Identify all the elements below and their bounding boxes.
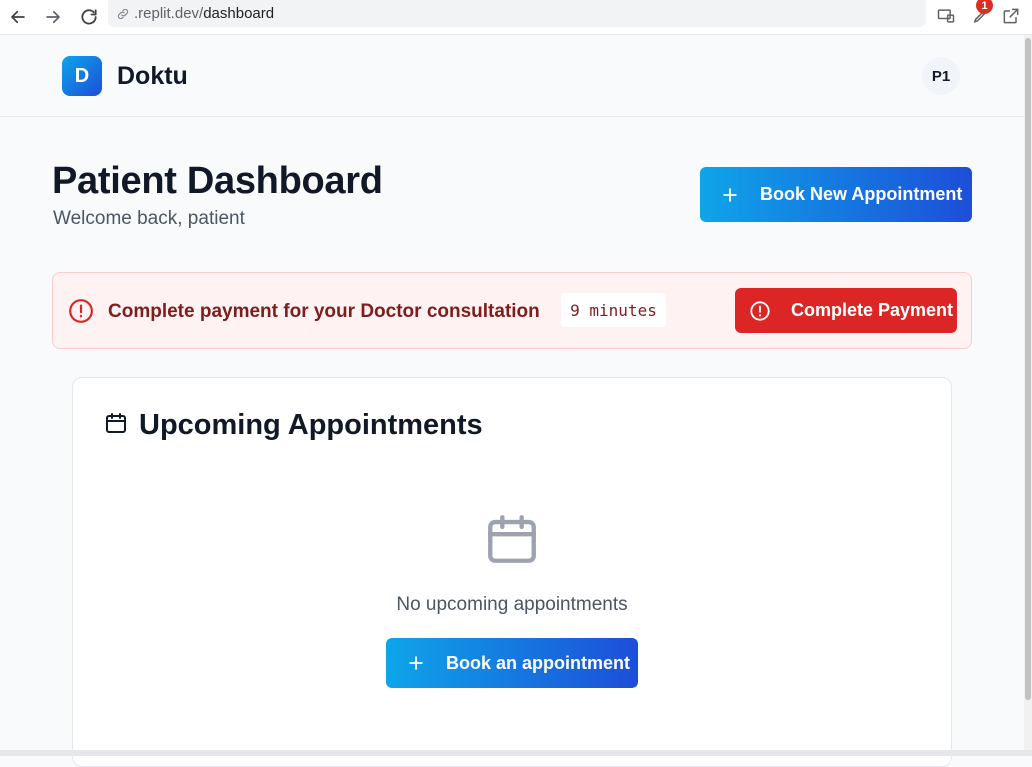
payment-alert-message: Complete payment for your Doctor consult…	[108, 301, 540, 322]
welcome-subtitle: Welcome back, patient	[53, 208, 245, 229]
open-external-icon[interactable]	[998, 3, 1024, 29]
url-path: dashboard	[203, 5, 275, 22]
bottom-edge	[0, 750, 1032, 756]
page-title: Patient Dashboard	[52, 160, 383, 202]
upcoming-appointments-card: Upcoming Appointments No upcoming appoin…	[72, 377, 952, 767]
address-bar[interactable]: .replit.dev/dashboard	[108, 0, 926, 27]
brand-name[interactable]: Doktu	[117, 62, 188, 91]
back-arrow-icon[interactable]	[5, 4, 31, 30]
book-new-appointment-label: Book New Appointment	[760, 184, 963, 204]
upcoming-appointments-title: Upcoming Appointments	[139, 409, 483, 441]
complete-payment-label: Complete Payment	[791, 300, 954, 320]
url-domain: .replit.dev/	[134, 5, 204, 22]
plus-icon	[406, 653, 426, 673]
avatar[interactable]: P1	[922, 57, 960, 95]
app-header: D Doktu P1	[0, 35, 1024, 117]
forward-arrow-icon[interactable]	[40, 4, 66, 30]
alert-circle-icon	[68, 298, 94, 324]
scrollbar-thumb[interactable]	[1025, 38, 1031, 700]
empty-state-text: No upcoming appointments	[396, 594, 628, 615]
payment-alert: Complete payment for your Doctor consult…	[52, 272, 972, 349]
book-appointment-button[interactable]: Book an appointment	[386, 638, 638, 688]
link-icon	[116, 7, 130, 21]
book-new-appointment-button[interactable]: Book New Appointment	[700, 167, 972, 222]
book-appointment-label: Book an appointment	[446, 652, 630, 673]
alert-circle-icon	[749, 300, 771, 322]
app-logo[interactable]: D	[62, 56, 102, 96]
reload-icon[interactable]	[76, 4, 102, 30]
complete-payment-button[interactable]: Complete Payment	[735, 288, 957, 333]
browser-toolbar: .replit.dev/dashboard 1	[0, 0, 1032, 35]
calendar-icon	[104, 411, 128, 435]
plus-icon	[720, 185, 740, 205]
calendar-icon	[483, 510, 541, 568]
payment-timer: 9 minutes	[561, 293, 666, 327]
cast-icon[interactable]	[933, 3, 959, 29]
